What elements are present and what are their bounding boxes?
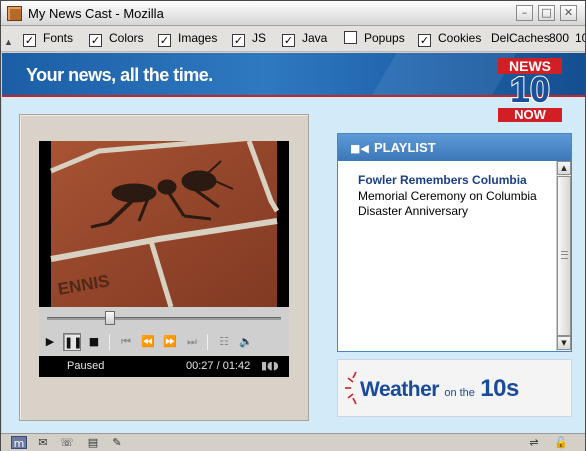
browser-window: My News Cast - Mozilla – □ ✕ ▲ ✓ Fonts ✓ C… [0, 0, 586, 451]
tens-word: 10s [480, 375, 519, 402]
player-status-bar: Paused 00:27 / 01:42 ▮◖◗ [39, 356, 289, 377]
prefbar-toolbar: ▲ ✓ Fonts ✓ Colors ✓ Images ✓ JS ✓ Java Popup… [1, 26, 585, 52]
previous-track-icon[interactable]: ⏮ [117, 333, 135, 351]
playlist-item-title[interactable]: Fowler Remembers Columbia [358, 173, 527, 187]
stop-icon[interactable]: ■ [85, 333, 103, 351]
width-800-button[interactable]: 800 [549, 31, 569, 47]
player-controls: ▶ ❚❚ ■ ⏮ ⏪ ⏩ ⏭ ☷ 🔈 [39, 329, 289, 355]
playlist-header: ■◀ PLAYLIST [338, 134, 571, 161]
fast-forward-icon[interactable]: ⏩ [161, 333, 179, 351]
seek-thumb[interactable] [105, 311, 115, 325]
width-10-button[interactable]: 10 [575, 31, 585, 47]
toolbar-grippy-icon[interactable]: ▲ [4, 32, 13, 48]
toolbar-item-js[interactable]: ✓ JS [232, 31, 266, 47]
weather-ad-text: Weather on the 10s [360, 375, 519, 403]
minimize-button[interactable]: – [516, 5, 533, 21]
toolbar-item-popups[interactable]: Popups [344, 31, 405, 47]
security-lock-icon[interactable]: 🔓 [553, 436, 569, 449]
playback-time: 00:27 / 01:42 [186, 360, 251, 372]
seek-track[interactable] [47, 317, 281, 320]
controls-divider [109, 334, 110, 350]
cookies-label: Cookies [438, 31, 482, 45]
toolbar-item-colors[interactable]: ✓ Colors [89, 31, 144, 47]
on-the-word: on the [444, 387, 475, 399]
online-status-icon[interactable]: ⇌ [521, 436, 547, 449]
composer-icon[interactable]: ✎ [109, 436, 125, 449]
fonts-checkbox[interactable]: ✓ [23, 34, 36, 47]
controls-divider [207, 334, 208, 350]
popups-checkbox[interactable] [344, 31, 357, 44]
playlist-scrollbar[interactable]: ▲ ▼ [556, 161, 571, 351]
toolbar-item-fonts[interactable]: ✓ Fonts [23, 31, 73, 47]
rewind-icon[interactable]: ⏪ [139, 333, 157, 351]
images-checkbox[interactable]: ✓ [158, 34, 171, 47]
cookies-checkbox[interactable]: ✓ [418, 34, 431, 47]
popups-label: Popups [364, 31, 405, 45]
java-label: Java [302, 31, 328, 45]
maximize-button[interactable]: □ [538, 5, 555, 21]
fonts-label: Fonts [43, 31, 74, 45]
playlist-list: Fowler Remembers Columbia Memorial Cerem… [338, 161, 556, 351]
sun-rays-icon [345, 371, 357, 405]
java-checkbox[interactable]: ✓ [282, 34, 295, 47]
mozilla-app-icon [7, 6, 22, 21]
playlist-title: PLAYLIST [374, 140, 436, 155]
colors-label: Colors [109, 31, 144, 45]
seek-bar[interactable] [39, 307, 289, 329]
logo-now-text: NOW [498, 108, 562, 122]
scroll-up-icon[interactable]: ▲ [557, 161, 571, 175]
delcaches-button[interactable]: DelCaches [491, 31, 550, 47]
images-label: Images [178, 31, 218, 45]
toolbar-item-java[interactable]: ✓ Java [282, 31, 327, 47]
colors-checkbox[interactable]: ✓ [89, 34, 102, 47]
toolbar-item-images[interactable]: ✓ Images [158, 31, 217, 47]
chat-icon[interactable]: ☏ [59, 436, 75, 449]
playlist-toggle-icon[interactable]: ☷ [215, 333, 233, 351]
video-display[interactable]: ENNIS [39, 141, 289, 307]
toolbar-item-cookies[interactable]: ✓ Cookies [418, 31, 481, 47]
address-book-icon[interactable]: ▤ [85, 436, 101, 449]
playlist-panel: ■◀ PLAYLIST Fowler Remembers Columbia Me… [337, 133, 572, 352]
news10now-logo[interactable]: NEWS 10 NOW [498, 58, 562, 122]
video-camera-icon: ■◀ [350, 142, 369, 155]
playback-status: Paused [67, 360, 105, 372]
scroll-down-icon[interactable]: ▼ [557, 336, 571, 350]
play-icon[interactable]: ▶ [41, 333, 59, 351]
volume-icon[interactable]: 🔈 [237, 333, 255, 351]
media-player: ENNIS ▶ ❚❚ ■ ⏮ ⏪ ⏩ ⏭ ☷ 🔈 Paused 00:27 / … [19, 114, 309, 421]
close-button[interactable]: ✕ [560, 5, 577, 21]
mail-icon[interactable]: ✉ [35, 436, 51, 449]
navigator-icon[interactable]: m [11, 436, 27, 450]
title-bar: My News Cast - Mozilla – □ ✕ [1, 1, 585, 26]
weather-on-the-10s-ad[interactable]: Weather on the 10s [337, 359, 572, 417]
pause-icon[interactable]: ❚❚ [63, 333, 82, 351]
logo-number-text: 10 [509, 69, 551, 110]
window-title: My News Cast - Mozilla [28, 6, 164, 21]
playlist-item-description[interactable]: Memorial Ceremony on Columbia Disaster A… [358, 189, 550, 219]
page-content: Your news, all the time. NEWS 10 NOW ENN… [2, 53, 585, 433]
scroll-thumb[interactable] [557, 176, 571, 336]
video-frame-image: ENNIS [39, 141, 289, 307]
js-checkbox[interactable]: ✓ [232, 34, 245, 47]
next-track-icon[interactable]: ⏭ [183, 333, 201, 351]
browser-status-bar: m ✉ ☏ ▤ ✎ ⇌ 🔓 [1, 433, 585, 451]
stream-quality-icon: ▮◖◗ [261, 359, 279, 372]
banner-slogan: Your news, all the time. [26, 65, 213, 85]
js-label: JS [252, 31, 267, 45]
weather-word: Weather [360, 378, 439, 401]
